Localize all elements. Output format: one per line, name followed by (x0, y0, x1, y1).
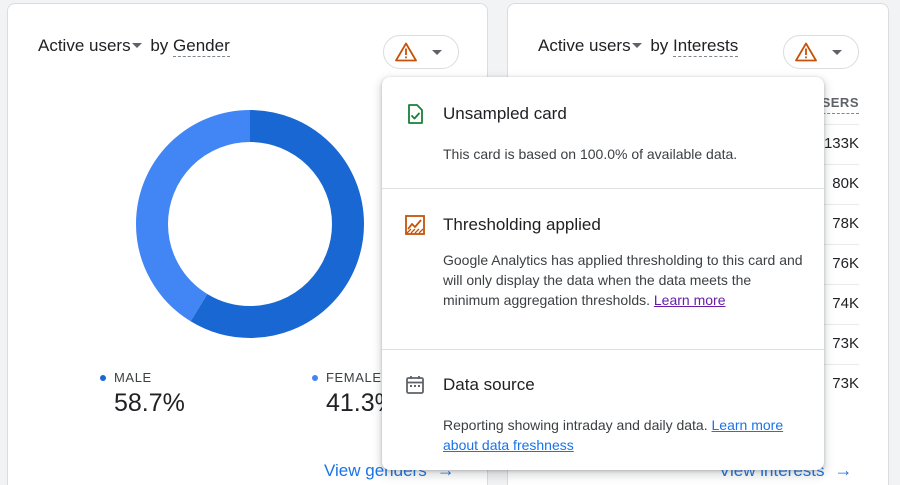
warning-triangle-icon (395, 42, 417, 62)
check-document-icon (408, 104, 423, 124)
legend-dot (100, 374, 106, 381)
card-title: Active users by Interests (538, 36, 739, 57)
data-source-section: Data source Reporting showing intraday a… (382, 349, 824, 470)
warning-triangle-icon (795, 42, 817, 62)
metric-selector[interactable]: Active users (38, 36, 146, 55)
legend-dot (312, 374, 318, 381)
section-body-text: Reporting showing intraday and daily dat… (443, 417, 708, 433)
legend-value: 58.7% (114, 389, 185, 417)
dimension-selector[interactable]: Gender (173, 36, 230, 57)
legend-label: MALE (114, 370, 152, 385)
section-body: Google Analytics has applied thresholdin… (443, 250, 803, 310)
section-body-text: Google Analytics has applied thresholdin… (443, 252, 803, 308)
calendar-icon (406, 376, 424, 394)
data-quality-popup: Unsampled card This card is based on 100… (382, 77, 824, 470)
legend-label: FEMALE (326, 370, 382, 385)
section-title: Data source (443, 375, 535, 394)
data-quality-button[interactable] (383, 35, 459, 69)
threshold-chart-icon (405, 215, 425, 235)
metric-label: Active users (538, 36, 631, 55)
data-quality-button[interactable] (783, 35, 859, 69)
title-by: by (150, 36, 169, 55)
arrow-right-icon: → (834, 460, 853, 480)
learn-more-link[interactable]: Learn more (654, 292, 726, 308)
section-body: This card is based on 100.0% of availabl… (443, 146, 738, 162)
caret-down-icon (131, 42, 142, 48)
legend-male: MALE 58.7% (100, 370, 185, 418)
thresholding-section: Thresholding applied Google Analytics ha… (382, 188, 824, 349)
metric-selector[interactable]: Active users (538, 36, 646, 55)
section-body: Reporting showing intraday and daily dat… (443, 415, 803, 455)
section-title: Unsampled card (443, 104, 567, 123)
chevron-down-icon (432, 50, 442, 55)
title-by: by (650, 36, 669, 55)
card-title: Active users by Gender (38, 36, 230, 57)
section-title: Thresholding applied (443, 215, 601, 234)
dimension-selector[interactable]: Interests (673, 36, 739, 57)
chevron-down-icon (832, 50, 842, 55)
metric-label: Active users (38, 36, 131, 55)
caret-down-icon (631, 42, 642, 48)
gender-donut-chart (136, 110, 364, 338)
unsampled-section: Unsampled card This card is based on 100… (382, 77, 824, 188)
